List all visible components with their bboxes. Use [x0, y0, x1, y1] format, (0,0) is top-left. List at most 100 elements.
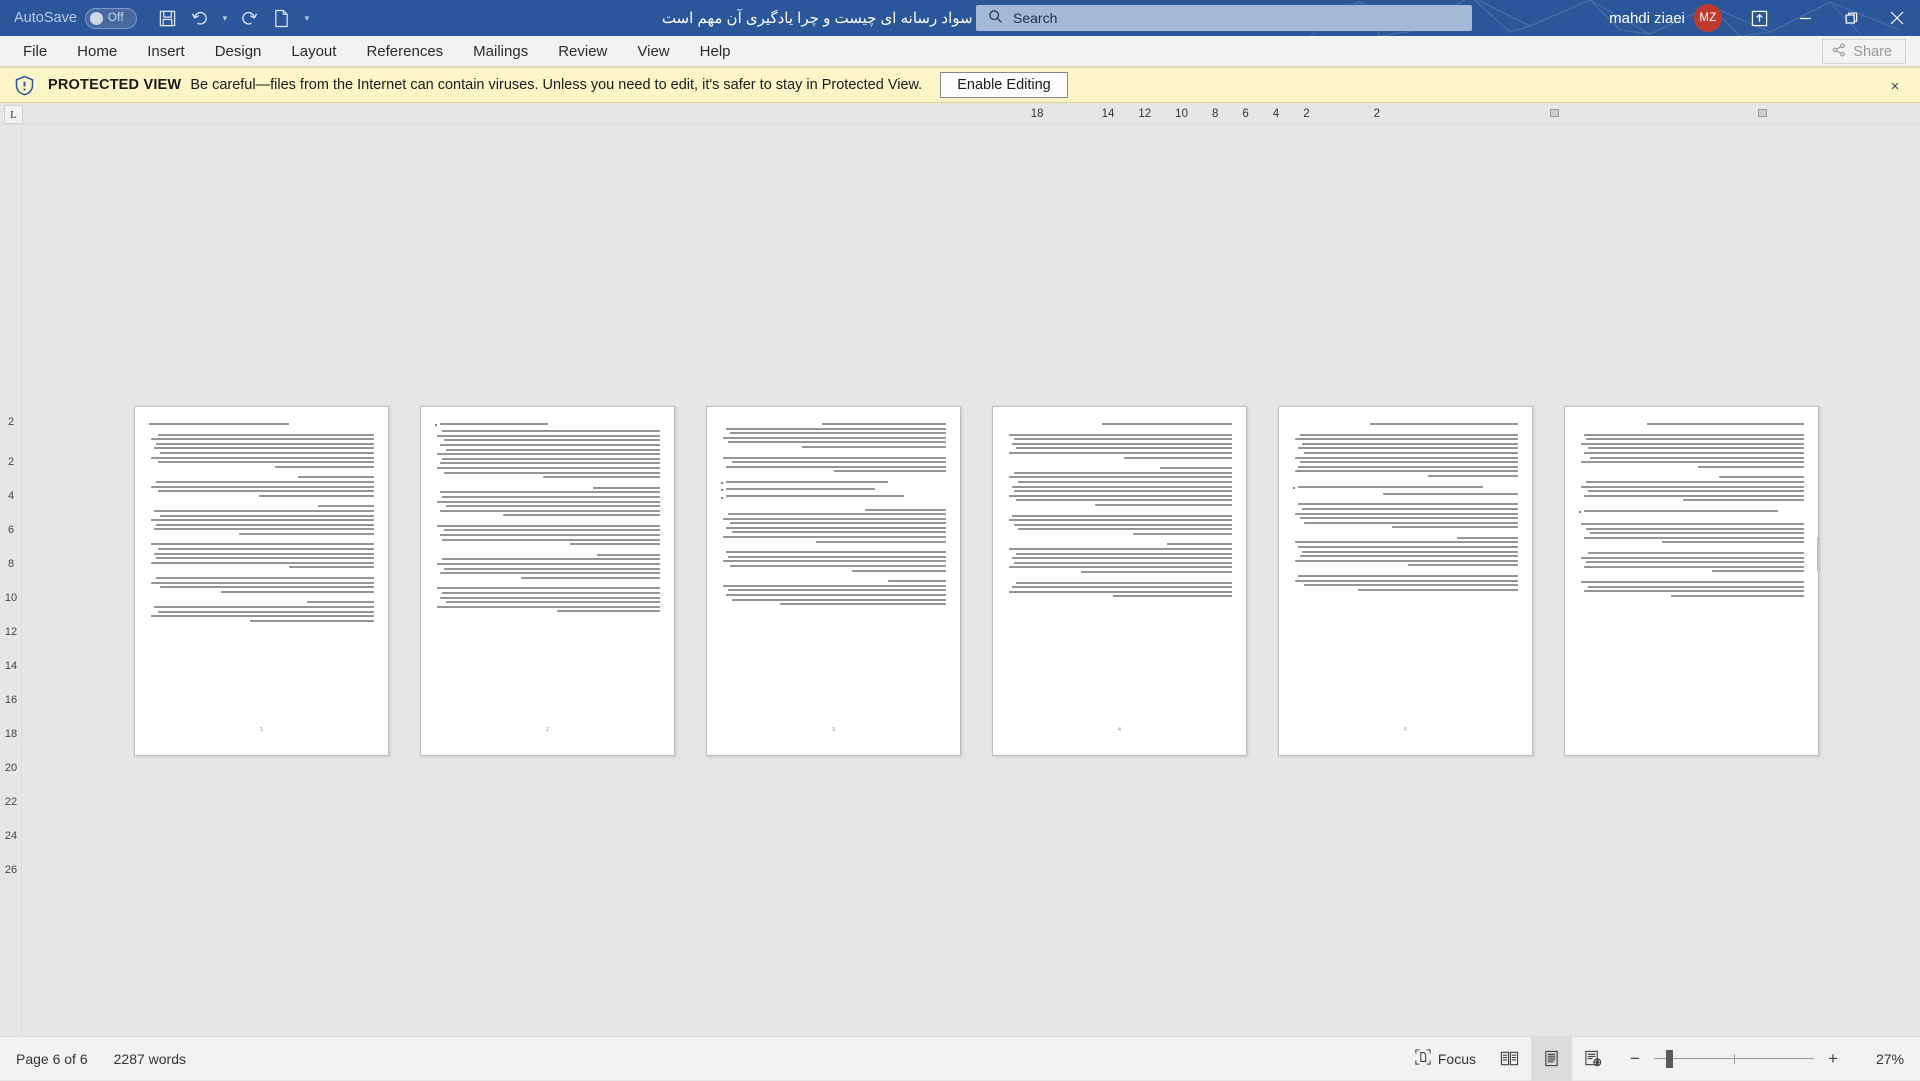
ruler-tick-18: 18	[1031, 108, 1044, 120]
tab-references[interactable]: References	[351, 36, 458, 67]
tab-help[interactable]: Help	[685, 36, 746, 67]
autosave-label: AutoSave	[14, 10, 77, 26]
avatar[interactable]: MZ	[1694, 4, 1722, 32]
tab-design[interactable]: Design	[200, 36, 277, 67]
share-label: Share	[1853, 44, 1892, 60]
save-icon[interactable]	[153, 4, 183, 32]
zoom-controls: − + 27%	[1614, 1037, 1904, 1081]
vruler-tick-4: 8	[0, 558, 22, 570]
tab-insert[interactable]: Insert	[132, 36, 200, 67]
ribbon-display-options-icon[interactable]	[1736, 0, 1782, 36]
close-banner-icon[interactable]: ×	[1886, 77, 1904, 95]
print-layout-icon[interactable]	[1531, 1037, 1572, 1081]
left-indent-marker[interactable]	[1550, 109, 1559, 117]
focus-label: Focus	[1438, 1051, 1476, 1067]
minimize-icon[interactable]	[1782, 0, 1828, 36]
status-bar: Page 6 of 6 2287 words Focus	[0, 1036, 1920, 1080]
user-name[interactable]: mahdi ziaei	[1609, 10, 1685, 27]
page-5-content: 5	[1293, 423, 1518, 737]
vertical-ruler[interactable]: 2 2 4 6 8 10 12 14 16 18 20 22 24 26	[0, 126, 22, 1036]
ribbon-tab-bar: File Home Insert Design Layout Reference…	[0, 36, 1920, 67]
title-bar-right-cluster: mahdi ziaei MZ	[1609, 0, 1920, 36]
right-indent-marker[interactable]	[1758, 109, 1767, 117]
focus-mode-button[interactable]: Focus	[1403, 1037, 1488, 1081]
tab-mailings[interactable]: Mailings	[458, 36, 543, 67]
vruler-tick-13: 26	[0, 864, 22, 876]
search-icon	[988, 9, 1003, 27]
tab-review[interactable]: Review	[543, 36, 622, 67]
close-icon[interactable]	[1874, 0, 1920, 36]
quick-access-toolbar: ▾ ▾	[153, 4, 315, 32]
ruler-tick-10: 10	[1175, 108, 1188, 120]
redo-icon[interactable]	[235, 4, 265, 32]
document-page-1[interactable]: 1	[134, 406, 389, 756]
new-document-icon[interactable]	[267, 4, 297, 32]
tab-home[interactable]: Home	[62, 36, 132, 67]
document-page-6[interactable]	[1564, 406, 1819, 756]
autosave-control[interactable]: AutoSave Off	[14, 8, 137, 29]
tab-view[interactable]: View	[622, 36, 684, 67]
tab-file[interactable]: File	[8, 36, 62, 67]
zoom-slider-thumb[interactable]	[1666, 1050, 1673, 1068]
document-workspace[interactable]: 2 2 4 6 8 10 12 14 16 18 20 22 24 26	[0, 126, 1920, 1036]
vruler-tick-1: 2	[0, 456, 22, 468]
page-4-content: 4	[1007, 423, 1232, 737]
page-4-number: 4	[1007, 727, 1232, 733]
page-5-number: 5	[1293, 727, 1518, 733]
vruler-tick-9: 18	[0, 728, 22, 740]
document-page-2[interactable]: 2	[420, 406, 675, 756]
document-page-4[interactable]: 4	[992, 406, 1247, 756]
vruler-tick-5: 10	[0, 592, 22, 604]
tab-stop-selector-button[interactable]: L	[4, 105, 23, 124]
ruler-tick-labels: 18 14 12 10 8 6 4 2 2	[1031, 103, 1380, 125]
page-status[interactable]: Page 6 of 6	[16, 1051, 88, 1067]
ruler-tick-8: 8	[1212, 108, 1218, 120]
enable-editing-button[interactable]: Enable Editing	[940, 72, 1068, 98]
shield-warning-icon	[14, 75, 35, 96]
page-1-content: 1	[149, 423, 374, 737]
vruler-tick-0: 2	[0, 416, 22, 428]
web-layout-icon[interactable]	[1572, 1037, 1614, 1081]
protected-view-title: PROTECTED VIEW	[48, 77, 181, 93]
document-page-5[interactable]: 5	[1278, 406, 1533, 756]
protected-view-message: Be careful—files from the Internet can c…	[190, 77, 922, 93]
horizontal-ruler[interactable]: L 18 14 12 10 8 6 4 2 2	[0, 103, 1920, 125]
tab-layout[interactable]: Layout	[276, 36, 351, 67]
list-item	[721, 495, 946, 500]
list-item	[435, 423, 660, 428]
vruler-tick-11: 22	[0, 796, 22, 808]
customize-quick-access-toolbar-icon[interactable]: ▾	[299, 4, 315, 32]
page-2-content: 2	[435, 423, 660, 737]
status-bar-right: Focus −	[1403, 1037, 1904, 1081]
page-3-number: 3	[721, 727, 946, 733]
share-icon	[1832, 43, 1846, 61]
search-input[interactable]: Search	[976, 5, 1472, 31]
list-item	[721, 481, 946, 486]
vruler-tick-3: 6	[0, 524, 22, 536]
page-2-number: 2	[435, 727, 660, 733]
word-count[interactable]: 2287 words	[114, 1051, 186, 1067]
share-button[interactable]: Share	[1822, 39, 1906, 64]
status-bar-left: Page 6 of 6 2287 words	[16, 1051, 186, 1067]
page-thumbnail-strip[interactable]: 1	[134, 406, 1819, 756]
zoom-slider-midpoint	[1734, 1054, 1735, 1064]
zoom-in-button[interactable]: +	[1826, 1049, 1840, 1069]
zoom-slider[interactable]	[1654, 1037, 1814, 1081]
list-item	[1293, 486, 1518, 491]
document-page-3[interactable]: 3	[706, 406, 961, 756]
undo-dropdown-chevron-down-icon[interactable]: ▾	[217, 4, 233, 32]
read-mode-icon[interactable]	[1488, 1037, 1531, 1081]
vruler-tick-6: 12	[0, 626, 22, 638]
ruler-tick-2b: 2	[1374, 108, 1380, 120]
protected-view-banner: PROTECTED VIEW Be careful—files from the…	[0, 67, 1920, 103]
list-item	[1579, 510, 1804, 515]
restore-icon[interactable]	[1828, 0, 1874, 36]
page-3-content: 3	[721, 423, 946, 737]
undo-icon[interactable]	[185, 4, 215, 32]
ruler-tick-6: 6	[1242, 108, 1248, 120]
zoom-out-button[interactable]: −	[1628, 1049, 1642, 1069]
list-item	[721, 488, 946, 493]
vruler-tick-7: 14	[0, 660, 22, 672]
autosave-toggle[interactable]: Off	[85, 8, 137, 29]
zoom-level[interactable]: 27%	[1862, 1051, 1904, 1067]
